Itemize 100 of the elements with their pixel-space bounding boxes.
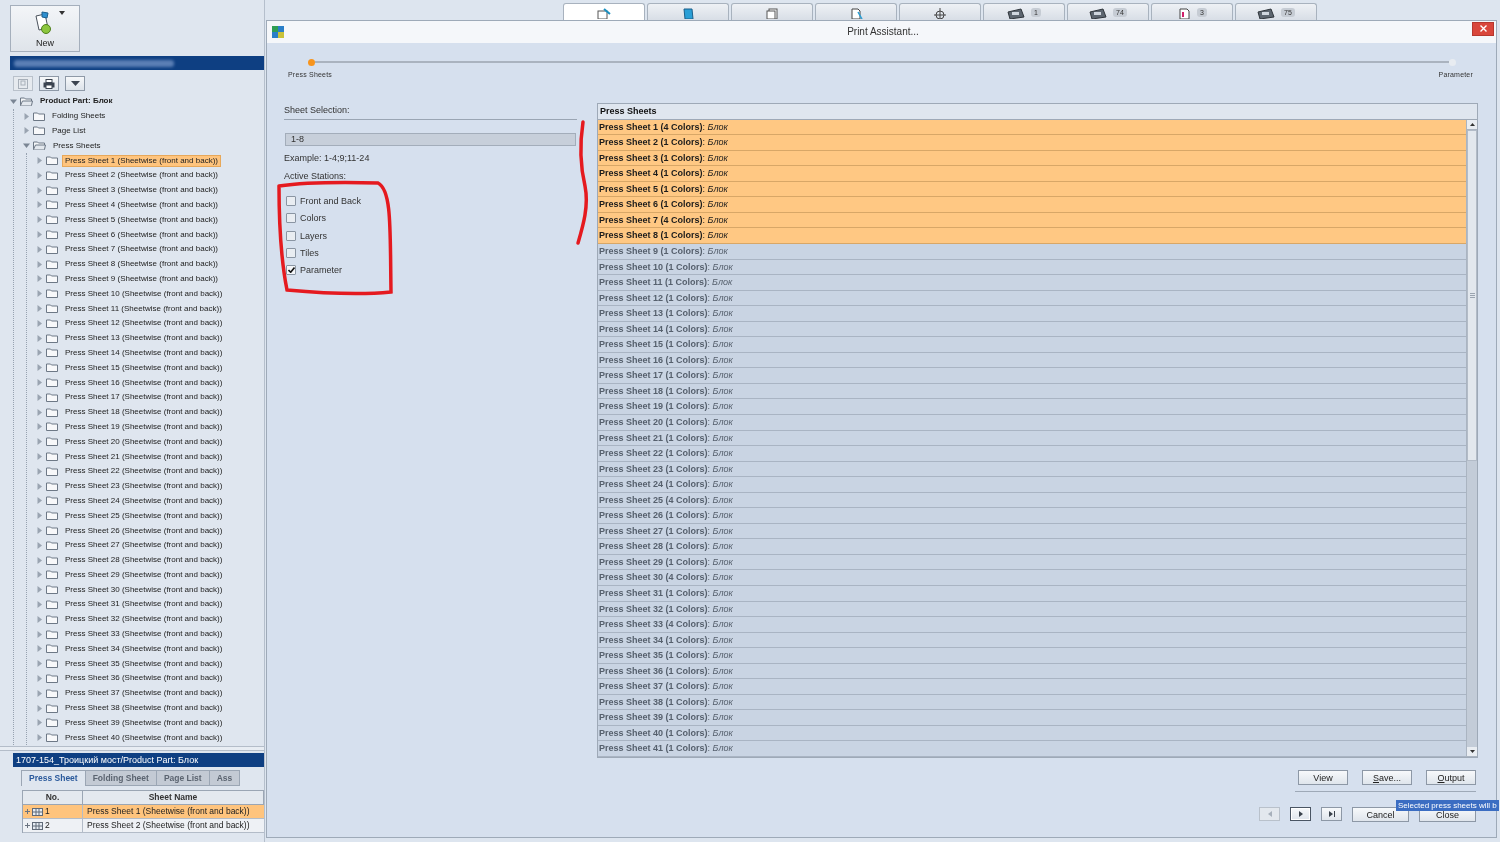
checkbox-label[interactable]: Front and Back bbox=[300, 196, 362, 207]
step-dot-icon[interactable] bbox=[308, 58, 315, 66]
caret-right-icon[interactable] bbox=[36, 216, 43, 224]
tree-item[interactable]: Press Sheet 27 (Sheetwise (front and back)) bbox=[62, 539, 226, 552]
caret-right-icon[interactable] bbox=[36, 245, 43, 253]
caret-right-icon[interactable] bbox=[36, 734, 43, 742]
tree-item[interactable]: Product Part: Блок bbox=[37, 95, 116, 108]
caret-right-icon[interactable] bbox=[36, 615, 43, 623]
caret-right-icon[interactable] bbox=[23, 127, 30, 135]
tree-item[interactable]: Press Sheet 29 (Sheetwise (front and back)) bbox=[62, 568, 226, 581]
caret-right-icon[interactable] bbox=[36, 275, 43, 283]
caret-right-icon[interactable] bbox=[36, 512, 43, 520]
caret-right-icon[interactable] bbox=[36, 157, 43, 165]
plus-icon[interactable] bbox=[25, 809, 30, 815]
tree-item[interactable]: Folding Sheets bbox=[49, 110, 109, 123]
press-sheet-row[interactable]: Press Sheet 19 (1 Colors): Блок bbox=[598, 399, 1466, 415]
press-sheet-row[interactable]: Press Sheet 28 (1 Colors): Блок bbox=[598, 539, 1466, 555]
scrollbar[interactable] bbox=[1466, 119, 1477, 757]
caret-right-icon[interactable] bbox=[36, 393, 43, 401]
tree-item[interactable]: Press Sheet 7 (Sheetwise (front and back)) bbox=[62, 243, 221, 256]
caret-right-icon[interactable] bbox=[36, 541, 43, 549]
tab[interactable]: Ass bbox=[208, 770, 241, 787]
caret-right-icon[interactable] bbox=[36, 423, 43, 431]
caret-right-icon[interactable] bbox=[36, 467, 43, 475]
caret-right-icon[interactable] bbox=[36, 305, 43, 313]
tree-item[interactable]: Press Sheet 24 (Sheetwise (front and back)) bbox=[62, 494, 226, 507]
table-row[interactable]: 1 Press Sheet 1 (Sheetwise (front and back)) bbox=[23, 805, 264, 820]
press-sheet-row[interactable]: Press Sheet 15 (1 Colors): Блок bbox=[598, 337, 1466, 353]
tree-item[interactable]: Press Sheet 23 (Sheetwise (front and back)) bbox=[62, 480, 226, 493]
toolbar-button[interactable] bbox=[39, 76, 59, 91]
press-sheet-row[interactable]: Press Sheet 30 (4 Colors): Блок bbox=[598, 570, 1466, 586]
toolbar-tab[interactable] bbox=[899, 2, 981, 20]
caret-right-icon[interactable] bbox=[36, 438, 43, 446]
press-sheet-row[interactable]: Press Sheet 22 (1 Colors): Блок bbox=[598, 446, 1466, 462]
caret-right-icon[interactable] bbox=[36, 630, 43, 638]
caret-right-icon[interactable] bbox=[36, 482, 43, 490]
tree-item[interactable]: Press Sheets bbox=[50, 139, 104, 152]
tree-item[interactable]: Press Sheet 15 (Sheetwise (front and back)) bbox=[62, 361, 226, 374]
tree-item[interactable]: Press Sheet 2 (Sheetwise (front and back)) bbox=[62, 169, 221, 182]
tab[interactable]: Press Sheet bbox=[21, 770, 86, 787]
press-sheet-row[interactable]: Press Sheet 13 (1 Colors): Блок bbox=[598, 306, 1466, 322]
tree-item[interactable]: Press Sheet 40 (Sheetwise (front and back)) bbox=[62, 731, 226, 744]
caret-right-icon[interactable] bbox=[36, 719, 43, 727]
caret-right-icon[interactable] bbox=[36, 186, 43, 194]
tree-item[interactable]: Press Sheet 33 (Sheetwise (front and back)) bbox=[62, 628, 226, 641]
nav-button[interactable] bbox=[1290, 807, 1311, 821]
caret-right-icon[interactable] bbox=[23, 112, 30, 120]
table-row[interactable]: 2 Press Sheet 2 (Sheetwise (front and back)) bbox=[23, 819, 264, 834]
dialog-button[interactable]: Save... bbox=[1362, 770, 1412, 785]
caret-right-icon[interactable] bbox=[36, 586, 43, 594]
scroll-down-button[interactable] bbox=[1467, 747, 1477, 757]
scrollbar-thumb[interactable] bbox=[1467, 129, 1477, 462]
dialog-button[interactable]: View bbox=[1298, 770, 1348, 785]
tree-item[interactable]: Press Sheet 31 (Sheetwise (front and back)) bbox=[62, 598, 226, 611]
nav-button[interactable] bbox=[1321, 807, 1342, 821]
new-button[interactable]: New bbox=[10, 5, 80, 52]
press-sheet-row[interactable]: Press Sheet 17 (1 Colors): Блок bbox=[598, 368, 1466, 384]
toolbar-tab[interactable] bbox=[815, 2, 897, 20]
caret-right-icon[interactable] bbox=[36, 319, 43, 327]
checkbox[interactable] bbox=[286, 196, 296, 207]
scroll-up-button[interactable] bbox=[1467, 119, 1477, 130]
tree-item[interactable]: Page List bbox=[49, 125, 89, 137]
caret-right-icon[interactable] bbox=[36, 349, 43, 357]
caret-right-icon[interactable] bbox=[36, 660, 43, 668]
checkbox[interactable] bbox=[286, 230, 296, 241]
caret-right-icon[interactable] bbox=[36, 601, 43, 608]
tree-item[interactable]: Press Sheet 25 (Sheetwise (front and back)) bbox=[62, 509, 226, 522]
caret-right-icon[interactable] bbox=[36, 556, 43, 564]
tree-item[interactable]: Press Sheet 37 (Sheetwise (front and back)) bbox=[62, 687, 226, 700]
press-sheet-row[interactable]: Press Sheet 2 (1 Colors): Блок bbox=[598, 135, 1466, 151]
press-sheet-row[interactable]: Press Sheet 24 (1 Colors): Блок bbox=[598, 477, 1466, 493]
press-sheet-row[interactable]: Press Sheet 33 (4 Colors): Блок bbox=[598, 617, 1466, 633]
tree-item[interactable]: Press Sheet 26 (Sheetwise (front and back)) bbox=[62, 524, 226, 537]
press-sheet-row[interactable]: Press Sheet 26 (1 Colors): Блок bbox=[598, 508, 1466, 524]
plus-icon[interactable] bbox=[25, 823, 30, 829]
tree-item[interactable]: Press Sheet 1 (Sheetwise (front and back)) bbox=[62, 154, 221, 167]
tree-item[interactable]: Press Sheet 19 (Sheetwise (front and back)) bbox=[62, 420, 226, 433]
tree-item[interactable]: Press Sheet 12 (Sheetwise (front and back)) bbox=[62, 317, 226, 330]
caret-right-icon[interactable] bbox=[36, 334, 43, 342]
caret-right-icon[interactable] bbox=[36, 527, 43, 534]
checkbox-label[interactable]: Colors bbox=[300, 213, 326, 224]
caret-right-icon[interactable] bbox=[36, 408, 43, 416]
caret-right-icon[interactable] bbox=[36, 689, 43, 697]
tree-item[interactable]: Press Sheet 30 (Sheetwise (front and back)) bbox=[62, 583, 226, 596]
caret-right-icon[interactable] bbox=[36, 364, 43, 372]
tree-item[interactable]: Press Sheet 20 (Sheetwise (front and back)) bbox=[62, 435, 226, 448]
tree-item[interactable]: Press Sheet 36 (Sheetwise (front and back)) bbox=[62, 672, 226, 685]
press-sheet-row[interactable]: Press Sheet 11 (1 Colors): Блок bbox=[598, 275, 1466, 291]
caret-right-icon[interactable] bbox=[36, 704, 43, 712]
tree-item[interactable]: Press Sheet 10 (Sheetwise (front and back)) bbox=[62, 287, 226, 300]
tree-item[interactable]: Press Sheet 14 (Sheetwise (front and back)) bbox=[62, 346, 226, 359]
tree-item[interactable]: Press Sheet 8 (Sheetwise (front and back)) bbox=[62, 258, 221, 271]
dialog-button[interactable]: Cancel bbox=[1352, 807, 1409, 822]
press-sheet-row[interactable]: Press Sheet 6 (1 Colors): Блок bbox=[598, 197, 1466, 213]
tree-item[interactable]: Press Sheet 16 (Sheetwise (front and back)) bbox=[62, 376, 226, 389]
caret-right-icon[interactable] bbox=[36, 201, 43, 209]
checkbox-label[interactable]: Parameter bbox=[300, 264, 343, 275]
tree-item[interactable]: Press Sheet 22 (Sheetwise (front and back)) bbox=[62, 465, 226, 478]
tree-item[interactable]: Press Sheet 17 (Sheetwise (front and back)) bbox=[62, 391, 226, 404]
caret-right-icon[interactable] bbox=[36, 497, 43, 505]
